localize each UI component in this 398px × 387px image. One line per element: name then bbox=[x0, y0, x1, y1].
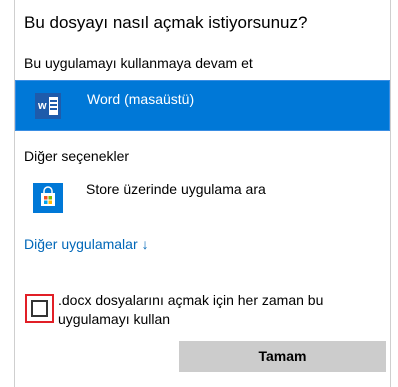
other-options-label: Diğer seçenekler bbox=[24, 148, 130, 164]
app-option-word[interactable]: w Word (masaüstü) bbox=[15, 80, 390, 131]
dialog-title: Bu dosyayı nasıl açmak istiyorsunuz? bbox=[24, 13, 308, 32]
more-apps-label: Diğer uygulamalar bbox=[24, 236, 138, 252]
word-app-icon: w bbox=[35, 93, 61, 119]
always-use-label-line2: uygulamayı kullan bbox=[58, 311, 171, 327]
always-use-checkbox[interactable] bbox=[31, 300, 48, 317]
word-icon-letter: w bbox=[38, 100, 47, 112]
dialog-right-border bbox=[390, 0, 391, 387]
keep-using-label: Bu uygulamayı kullanmaya devam et bbox=[24, 55, 253, 71]
word-doc-lines bbox=[49, 97, 58, 115]
more-apps-link[interactable]: Diğer uygulamalar ↓ bbox=[24, 236, 149, 252]
always-use-checkbox-highlight bbox=[25, 294, 54, 323]
store-search-label: Store üzerinde uygulama ara bbox=[86, 181, 266, 197]
always-use-label-line1: .docx dosyalarını açmak için her zaman b… bbox=[58, 292, 324, 308]
app-option-word-label: Word (masaüstü) bbox=[87, 91, 195, 107]
arrow-down-icon: ↓ bbox=[141, 236, 149, 252]
open-with-dialog: Bu dosyayı nasıl açmak istiyorsunuz? Bu … bbox=[0, 0, 398, 387]
ok-button[interactable]: Tamam bbox=[179, 341, 386, 372]
always-use-label[interactable]: .docx dosyalarını açmak için her zaman b… bbox=[58, 291, 378, 329]
store-search-option[interactable]: Store üzerinde uygulama ara bbox=[15, 170, 390, 226]
store-bag-icon bbox=[33, 183, 63, 213]
